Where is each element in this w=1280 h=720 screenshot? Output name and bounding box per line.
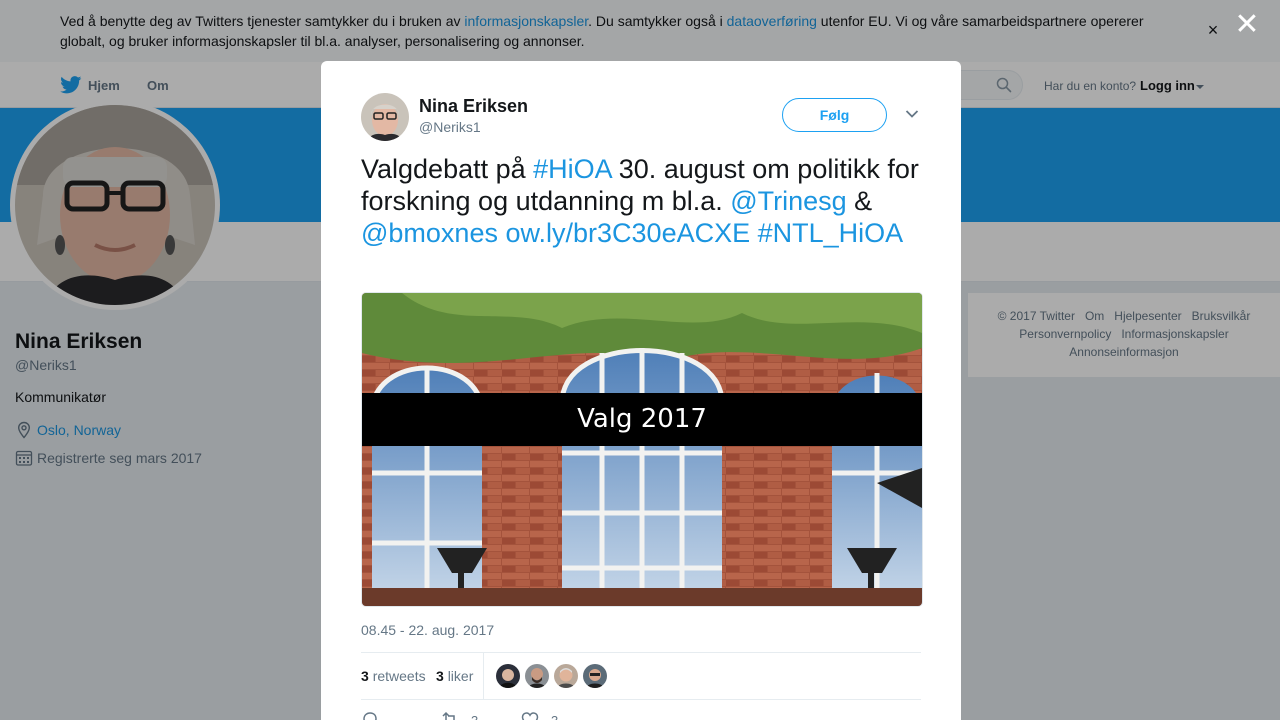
liker-avatar[interactable] (583, 664, 607, 688)
liker-avatar[interactable] (525, 664, 549, 688)
tweet-modal: Nina Eriksen @Neriks1 Følg Valgdebatt på… (321, 61, 961, 720)
close-icon[interactable]: ✕ (1234, 10, 1260, 40)
follow-button[interactable]: Følg (782, 98, 887, 132)
liker-avatar-image (583, 664, 607, 688)
tweet-author-avatar-image (361, 93, 409, 141)
retweets-count: 3 (361, 668, 369, 684)
tweet-actions: 3 3 (361, 711, 661, 720)
retweet-icon (442, 711, 455, 720)
tweet-text-part: Valgdebatt på (361, 154, 534, 184)
brick-building-photo (362, 293, 922, 606)
liker-avatar-image (554, 664, 578, 688)
tweet-timestamp[interactable]: 08.45 - 22. aug. 2017 (361, 622, 494, 638)
likes-count: 3 (436, 668, 444, 684)
liker-avatars (496, 664, 612, 688)
retweet-action[interactable]: 3 (441, 711, 478, 720)
tweet-stats: 3 retweets 3 liker (361, 652, 921, 700)
likes-stat[interactable]: 3 liker (436, 668, 473, 684)
hashtag-link[interactable]: #HiOA (533, 154, 611, 184)
retweet-action-count: 3 (471, 712, 479, 720)
tweet-text: Valgdebatt på #HiOA 30. august om politi… (361, 153, 926, 249)
tweet-media-image[interactable]: Valg 2017 (361, 292, 923, 607)
liker-avatar-image (496, 664, 520, 688)
stats-divider (483, 653, 484, 700)
like-action-count: 3 (551, 712, 559, 720)
hashtag-link[interactable]: #NTL_HiOA (758, 218, 904, 248)
reply-icon (363, 712, 377, 720)
url-link[interactable]: ow.ly/br3C30eACXE (505, 218, 750, 248)
reply-action[interactable] (361, 711, 391, 720)
mention-link[interactable]: @Trinesg (730, 186, 846, 216)
liker-avatar[interactable] (554, 664, 578, 688)
tweet-text-part: & (846, 186, 873, 216)
like-action[interactable]: 3 (521, 711, 558, 720)
tweet-author-avatar[interactable] (361, 93, 409, 141)
tweet-author-name[interactable]: Nina Eriksen (419, 96, 528, 117)
retweets-label: retweets (372, 668, 426, 684)
heart-icon (521, 712, 539, 720)
retweets-stat[interactable]: 3 retweets (361, 668, 426, 684)
media-caption: Valg 2017 (362, 393, 922, 446)
tweet-text-part (750, 218, 758, 248)
chevron-down-icon[interactable] (905, 109, 919, 119)
liker-avatar-image (525, 664, 549, 688)
liker-avatar[interactable] (496, 664, 520, 688)
likes-label: liker (447, 668, 474, 684)
mention-link[interactable]: @bmoxnes (361, 218, 498, 248)
tweet-author-handle[interactable]: @Neriks1 (419, 119, 481, 135)
